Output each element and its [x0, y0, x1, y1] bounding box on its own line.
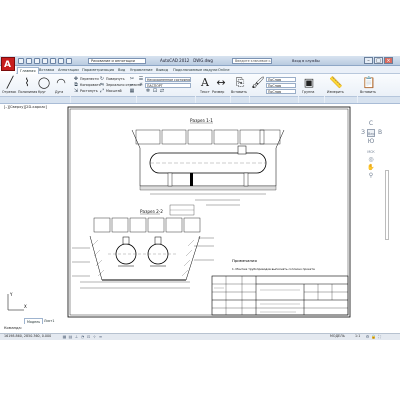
compass-west: З	[361, 129, 365, 136]
tab-layout1[interactable]: Лист1	[42, 318, 56, 324]
annotation-scale[interactable]: 1:1	[355, 333, 360, 340]
ucs-x-label: X	[24, 304, 27, 309]
viewport-controls[interactable]: [–][Сверху][2D-каркас]	[4, 105, 47, 110]
steering-wheel-icon[interactable]: ◎	[367, 156, 375, 164]
osnap-icon[interactable]: ⊡	[86, 334, 91, 339]
tank-support	[243, 172, 249, 187]
drawing-canvas[interactable]: Разрез 1-1 Разрез 2-2 Примечания 1. Монт…	[0, 0, 400, 400]
tank-manhole	[154, 236, 162, 245]
compass-south: Ю	[367, 138, 375, 145]
tank-support	[167, 172, 173, 187]
snap-icon[interactable]: ▦	[62, 334, 67, 339]
navigation-bar[interactable]	[385, 170, 389, 240]
zoom-icon[interactable]: ⚲	[367, 172, 375, 180]
polar-icon[interactable]: ◔	[80, 334, 85, 339]
compass-east: В	[377, 129, 383, 136]
section-1-1-title: Разрез 1-1	[190, 118, 213, 123]
ucs-y-label: Y	[9, 292, 13, 297]
section-2-2-title: Разрез 2-2	[140, 209, 163, 214]
autocad-window: A Рисование и аннотации AutoCAD 2012 DWG…	[0, 0, 400, 400]
otrack-icon[interactable]: ⊹	[92, 334, 97, 339]
workspace-switch-icon[interactable]: ⚙	[365, 334, 370, 339]
note-1: 1. Монтаж трубопроводов выполнять соглас…	[232, 267, 315, 271]
command-line[interactable]: Команда:	[4, 325, 22, 331]
tank-manhole	[237, 145, 247, 155]
notes-title: Примечания	[232, 258, 257, 263]
ucs-icon: X Y	[7, 292, 27, 311]
compass-north: С	[368, 120, 374, 127]
viewcube-top-face[interactable]: Вер	[367, 129, 375, 137]
sheet-border	[67, 106, 351, 318]
grid-icon[interactable]: ▤	[68, 334, 73, 339]
sand-bed	[139, 185, 277, 191]
tank-manhole	[122, 236, 130, 245]
coordinate-readout[interactable]: 16198.860, 2850.360, 0.000	[4, 333, 51, 340]
wcs-menu[interactable]: МСК	[365, 148, 377, 156]
tab-model[interactable]: Модель	[24, 318, 44, 324]
model-space-button[interactable]: МОДЕЛЬ	[330, 333, 345, 340]
lock-icon[interactable]: 🔒	[371, 334, 376, 339]
ortho-icon[interactable]: ⊥	[74, 334, 79, 339]
anchor-bolt	[190, 173, 193, 186]
viewcube[interactable]: С З Вер В Ю МСК ◎ ✋ ⚲	[361, 120, 382, 180]
pan-icon[interactable]: ✋	[367, 164, 375, 172]
fullscreen-icon[interactable]: ⛶	[377, 334, 382, 339]
lineweight-icon[interactable]: ≡	[98, 334, 103, 339]
